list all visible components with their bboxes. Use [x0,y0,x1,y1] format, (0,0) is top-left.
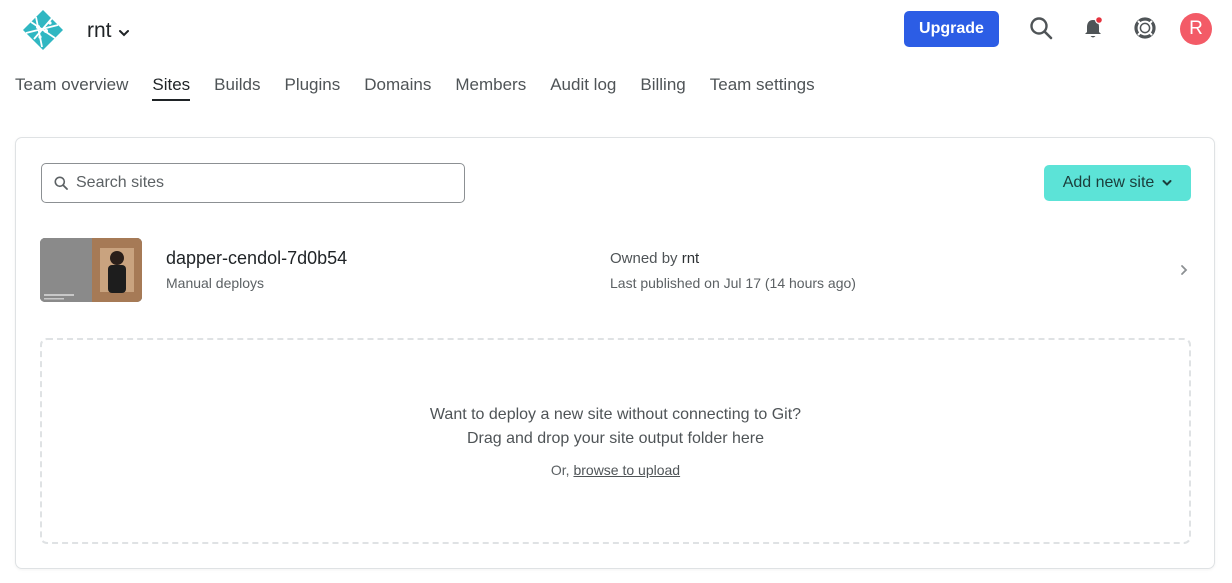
tab-plugins[interactable]: Plugins [284,74,340,101]
tab-audit-log[interactable]: Audit log [550,74,616,101]
upgrade-button[interactable]: Upgrade [904,11,999,47]
tab-builds[interactable]: Builds [214,74,260,101]
dropzone-browse-line: Or, browse to upload [42,462,1189,478]
chevron-right-icon [1181,265,1188,275]
top-bar: rnt Upgrade R [0,0,1232,62]
tab-team-settings[interactable]: Team settings [710,74,815,101]
add-new-site-label: Add new site [1062,174,1155,191]
chevron-down-icon [1162,180,1172,186]
search-icon [54,176,68,190]
owner-name: rnt [681,250,700,267]
help-lifebuoy-icon[interactable] [1132,15,1158,41]
tab-sites[interactable]: Sites [152,74,191,101]
chevron-down-icon [118,29,129,36]
drop-zone[interactable]: Want to deploy a new site without connec… [40,338,1191,544]
search-sites-box[interactable] [41,163,465,203]
or-prefix: Or, [550,462,570,478]
site-deploy-type: Manual deploys [166,275,265,291]
avatar[interactable]: R [1180,13,1212,45]
last-published: Last published on Jul 17 (14 hours ago) [610,275,856,291]
dropzone-heading: Want to deploy a new site without connec… [429,406,802,423]
site-thumbnail [40,238,142,302]
tab-team-overview[interactable]: Team overview [15,74,128,101]
team-nav-tabs: Team overview Sites Builds Plugins Domai… [15,74,815,101]
site-name[interactable]: dapper-cendol-7d0b54 [166,248,347,269]
search-sites-input[interactable] [76,174,456,192]
team-switcher[interactable]: rnt [87,18,130,44]
sites-card: Add new site dapper-cendol-7d0b54 Manual… [15,137,1215,569]
bell-icon[interactable] [1080,15,1106,41]
netlify-logo-icon[interactable] [22,9,64,51]
team-name: rnt [87,19,112,42]
site-list-item[interactable]: dapper-cendol-7d0b54 Manual deploys Owne… [40,238,1192,302]
tab-members[interactable]: Members [455,74,526,101]
search-icon[interactable] [1028,15,1054,41]
tab-domains[interactable]: Domains [364,74,431,101]
dropzone-instructions: Drag and drop your site output folder he… [466,430,765,447]
owned-by-prefix: Owned by [610,250,678,267]
site-owner: Owned by rnt [610,250,699,267]
tab-billing[interactable]: Billing [640,74,685,101]
browse-to-upload-link[interactable]: browse to upload [573,462,680,478]
add-new-site-button[interactable]: Add new site [1044,165,1191,201]
